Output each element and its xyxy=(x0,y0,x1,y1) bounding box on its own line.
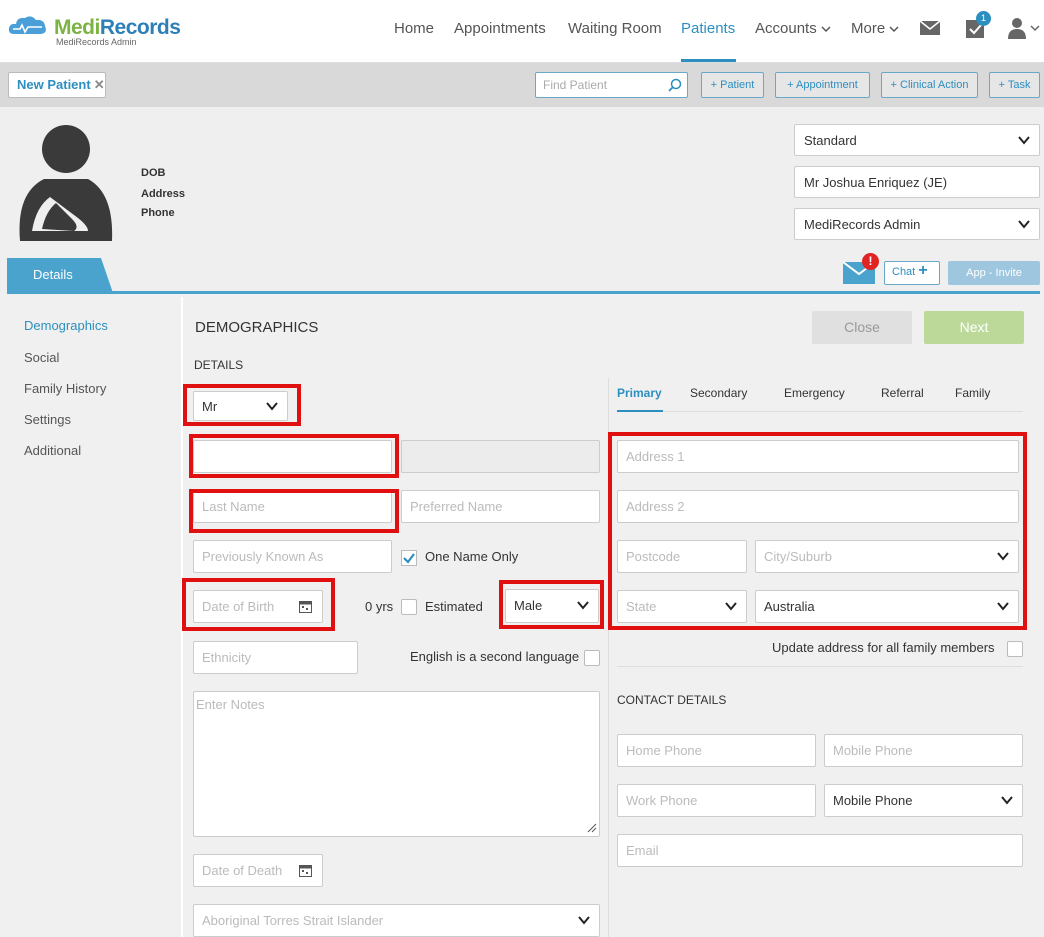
one-name-only-checkbox[interactable] xyxy=(401,550,417,566)
details-subtitle: DETAILS xyxy=(194,358,244,372)
resize-handle-icon[interactable] xyxy=(587,823,597,833)
sidebar-item-family-history[interactable]: Family History xyxy=(24,381,106,396)
highlight-box xyxy=(189,434,399,478)
app-invite-button[interactable]: App - Invite xyxy=(948,261,1040,285)
add-patient-button[interactable]: + Patient xyxy=(701,72,764,98)
highlight-box xyxy=(499,580,604,629)
sidebar-item-additional[interactable]: Additional xyxy=(24,443,81,458)
nav-appointments[interactable]: Appointments xyxy=(454,20,546,37)
chevron-down-icon xyxy=(889,26,899,33)
chevron-down-icon xyxy=(1001,796,1013,805)
title-select[interactable]: Mr xyxy=(193,391,288,421)
contact-details-title: CONTACT DETAILS xyxy=(617,693,727,707)
add-appointment-button[interactable]: + Appointment xyxy=(775,72,870,98)
estimated-label: Estimated xyxy=(425,599,483,614)
nav-accounts[interactable]: Accounts xyxy=(755,20,831,37)
date-of-death-placeholder: Date of Death xyxy=(202,863,283,878)
billing-type-value: Standard xyxy=(804,133,857,148)
sidebar-item-demographics[interactable]: Demographics xyxy=(24,318,108,333)
nav-patients[interactable]: Patients xyxy=(681,20,735,37)
one-name-only-label: One Name Only xyxy=(425,549,519,564)
nav-waiting-room[interactable]: Waiting Room xyxy=(568,20,662,37)
estimated-checkbox[interactable] xyxy=(401,599,417,615)
calendar-icon[interactable] xyxy=(299,864,312,877)
home-phone-input[interactable]: Home Phone xyxy=(617,734,816,767)
highlight-box xyxy=(608,432,1027,630)
title-value: Mr xyxy=(202,399,218,414)
nav-home[interactable]: Home xyxy=(394,20,434,37)
update-family-checkbox[interactable] xyxy=(1007,641,1023,657)
preferred-phone-value: Mobile Phone xyxy=(833,793,913,808)
nav-accounts-label: Accounts xyxy=(755,20,817,37)
previously-known-as-input[interactable]: Previously Known As xyxy=(193,540,392,573)
address-tab-active-indicator xyxy=(617,410,663,412)
date-of-death-input[interactable]: Date of Death xyxy=(193,854,323,887)
middle-name-input[interactable] xyxy=(401,440,600,473)
chevron-down-icon xyxy=(266,402,278,411)
address-label: Address xyxy=(141,188,186,200)
search-icon[interactable] xyxy=(668,78,682,92)
patient-avatar-icon xyxy=(19,125,113,241)
update-family-label: Update address for all family members xyxy=(772,640,995,655)
billing-type-select[interactable]: Standard xyxy=(794,124,1040,156)
tab-family[interactable]: Family xyxy=(955,386,990,400)
practice-select[interactable]: MediRecords Admin xyxy=(794,208,1040,240)
close-button[interactable]: Close xyxy=(812,311,912,344)
chevron-down-icon xyxy=(821,26,831,33)
chevron-down-icon xyxy=(1018,220,1030,229)
tab-referral[interactable]: Referral xyxy=(881,386,924,400)
mobile-phone-input[interactable]: Mobile Phone xyxy=(824,734,1023,767)
find-patient-input[interactable]: Find Patient xyxy=(535,72,688,98)
atsi-placeholder: Aboriginal Torres Strait Islander xyxy=(202,913,384,928)
chevron-down-icon xyxy=(578,916,590,925)
tab-emergency[interactable]: Emergency xyxy=(784,386,845,400)
age-display: 0 yrs xyxy=(365,599,394,614)
nav-active-indicator xyxy=(681,59,736,62)
tab-underline xyxy=(7,291,1040,294)
add-clinical-action-button[interactable]: + Clinical Action xyxy=(881,72,978,98)
notes-textarea[interactable]: Enter Notes xyxy=(193,691,600,837)
tab-new-patient-label: New Patient xyxy=(17,77,91,92)
email-input[interactable]: Email xyxy=(617,834,1023,867)
alert-badge: ! xyxy=(862,253,879,270)
user-menu-icon[interactable] xyxy=(1006,16,1040,40)
section-divider xyxy=(617,666,1023,667)
chevron-down-icon xyxy=(1018,136,1030,145)
mail-icon[interactable] xyxy=(918,16,942,40)
tab-details[interactable]: Details xyxy=(7,258,113,293)
tab-secondary[interactable]: Secondary xyxy=(690,386,747,400)
dob-label: DOB xyxy=(141,167,166,179)
nav-more[interactable]: More xyxy=(851,20,899,37)
sidebar-item-settings[interactable]: Settings xyxy=(24,412,71,427)
notes-placeholder: Enter Notes xyxy=(196,697,265,712)
esl-checkbox[interactable] xyxy=(584,650,600,666)
atsi-select[interactable]: Aboriginal Torres Strait Islander xyxy=(193,904,600,937)
next-button[interactable]: Next xyxy=(924,311,1024,344)
preferred-name-input[interactable]: Preferred Name xyxy=(401,490,600,523)
tab-primary[interactable]: Primary xyxy=(617,386,662,400)
section-title: DEMOGRAPHICS xyxy=(195,319,319,336)
work-phone-input[interactable]: Work Phone xyxy=(617,784,816,817)
task-count-badge: 1 xyxy=(976,11,991,26)
highlight-box xyxy=(189,489,399,533)
preferred-phone-select[interactable]: Mobile Phone xyxy=(824,784,1023,817)
tab-new-patient[interactable]: New Patient ✕ xyxy=(8,72,106,98)
practice-value: MediRecords Admin xyxy=(804,217,921,232)
phone-label: Phone xyxy=(141,207,175,219)
chat-label: Chat xyxy=(892,266,916,278)
ethnicity-input[interactable]: Ethnicity xyxy=(193,641,358,674)
chat-button[interactable]: Chat + xyxy=(884,261,940,285)
address-tabs-divider xyxy=(617,411,1023,412)
add-task-button[interactable]: + Task xyxy=(989,72,1040,98)
close-icon[interactable]: ✕ xyxy=(94,77,105,92)
practitioner-value: Mr Joshua Enriquez (JE) xyxy=(804,175,948,190)
brand-subtitle: MediRecords Admin xyxy=(56,37,137,47)
logo-cloud-icon xyxy=(8,16,46,34)
highlight-box xyxy=(182,578,335,631)
nav-more-label: More xyxy=(851,20,886,37)
esl-label: English is a second language xyxy=(410,649,580,664)
sidebar-item-social[interactable]: Social xyxy=(24,350,59,365)
practitioner-field[interactable]: Mr Joshua Enriquez (JE) xyxy=(794,166,1040,198)
plus-icon: + xyxy=(918,262,928,279)
